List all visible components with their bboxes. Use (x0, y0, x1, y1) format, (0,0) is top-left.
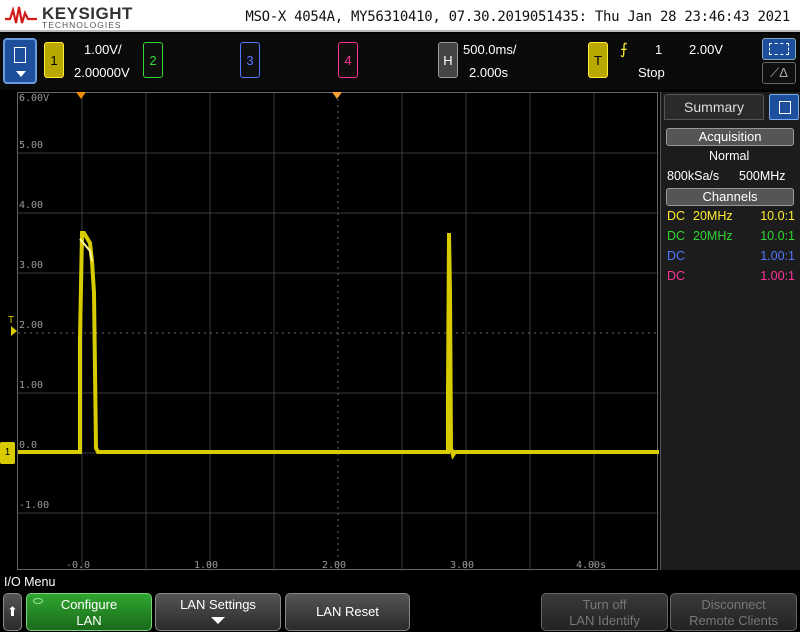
channel-4-summary: DC 1.00:1 (667, 269, 795, 287)
lan-reset-button[interactable]: LAN Reset (285, 593, 410, 631)
ground-marker-label: 1 (4, 447, 11, 458)
x-axis-label: -0.0 (66, 560, 91, 571)
x-axis-label: 3.00 (450, 560, 475, 571)
y-axis-label: 3.00 (19, 260, 44, 271)
y-axis-label: 5.00 (19, 140, 44, 151)
delta-icon: ⟋Δ (770, 65, 788, 80)
y-axis-label: 6.00V (19, 93, 50, 104)
channel-1-waveform (18, 231, 659, 460)
back-button[interactable]: ⬆ (3, 593, 22, 631)
channel-2-summary: DC 20MHz 10.0:1 (667, 229, 795, 247)
y-axis-label: -1.00 (19, 500, 50, 511)
channel-3-tab[interactable]: 3 (240, 42, 260, 78)
main-menu-button[interactable] (3, 38, 37, 84)
probe-ratio: 1.00:1 (760, 269, 795, 283)
list-icon (779, 101, 791, 114)
turn-off-lan-identify-button[interactable]: Turn off LAN Identify (541, 593, 668, 631)
menu-icon (14, 47, 26, 63)
identify-label-2: LAN Identify (569, 613, 640, 628)
y-axis-label: 4.00 (19, 200, 44, 211)
waveform-display[interactable] (17, 92, 659, 571)
channel-1-ground-marker[interactable]: 1 (0, 442, 15, 464)
horizontal-scale[interactable]: 500.0ms/ (463, 42, 516, 57)
panel-menu-button[interactable] (769, 94, 799, 120)
lan-settings-button[interactable]: LAN Settings (155, 593, 281, 631)
trigger-source: 1 (655, 42, 663, 57)
summary-panel: Summary Acquisition Normal 800kSa/s 500M… (660, 92, 800, 570)
x-axis-label: 4.00s (576, 560, 607, 571)
channels-header: Channels (666, 188, 794, 206)
title-bar: KEYSIGHT TECHNOLOGIES MSO-X 4054A, MY563… (0, 0, 800, 32)
acquisition-mode: Normal (709, 149, 750, 163)
x-axis-label: 2.00 (322, 560, 347, 571)
submenu-arrow-icon (211, 617, 225, 624)
channel-bar: 1 1.00V/ 2.00000V 2 3 4 H 500.0ms/ 2.000… (0, 34, 800, 90)
acquisition-state: Stop (638, 65, 665, 80)
measure-button[interactable]: ⟋Δ (762, 62, 796, 84)
coupling: DC (667, 249, 686, 263)
menu-dropdown-icon (16, 71, 26, 77)
graticule (18, 93, 659, 571)
horizontal-tab[interactable]: H (438, 42, 458, 78)
probe-ratio: 10.0:1 (760, 229, 795, 243)
channel-4-tab[interactable]: 4 (338, 42, 358, 78)
keysight-logo: KEYSIGHT TECHNOLOGIES (4, 3, 144, 30)
selection-box-icon (769, 43, 789, 55)
menu-title: I/O Menu (4, 575, 56, 589)
bw-limit: 20MHz (693, 209, 733, 223)
configure-lan-label-2: LAN (76, 613, 102, 628)
horizontal-delay[interactable]: 2.000s (469, 65, 508, 80)
configure-lan-button[interactable]: Configure LAN (26, 593, 152, 631)
lan-reset-label: LAN Reset (316, 604, 379, 619)
softkey-bar: ⬆ Configure LAN LAN Settings LAN Reset T… (0, 590, 800, 632)
channel-1-offset[interactable]: 2.00000V (74, 65, 130, 80)
y-axis-label: 1.00 (19, 380, 44, 391)
y-axis-label: 2.00 (19, 320, 44, 331)
trigger-level-marker[interactable] (11, 326, 17, 336)
lan-settings-label: LAN Settings (180, 597, 256, 612)
disconnect-label-1: Disconnect (701, 597, 766, 612)
y-axis-label: 0.0 (19, 440, 38, 451)
channel-1-tab[interactable]: 1 (44, 42, 64, 78)
channel-2-tab[interactable]: 2 (143, 42, 163, 78)
brand-subtitle: TECHNOLOGIES (42, 20, 122, 30)
channel-3-summary: DC 1.00:1 (667, 249, 795, 267)
bw-limit: 20MHz (693, 229, 733, 243)
trigger-tab[interactable]: T (588, 42, 608, 78)
time-reference-marker[interactable] (332, 92, 342, 99)
identify-label-1: Turn off (582, 597, 627, 612)
channel-1-scale[interactable]: 1.00V/ (84, 42, 122, 57)
channel-1-summary: DC 20MHz 10.0:1 (667, 209, 795, 227)
sample-rate: 800kSa/s (667, 169, 720, 183)
acquisition-header: Acquisition (666, 128, 794, 146)
zoom-select-button[interactable] (762, 38, 796, 60)
up-arrow-icon: ⬆ (7, 604, 18, 619)
rising-edge-icon: ⨍ (620, 41, 628, 58)
coupling: DC (667, 229, 686, 243)
x-axis-label: 1.00 (194, 560, 219, 571)
toggle-indicator-icon (33, 598, 43, 604)
coupling: DC (667, 209, 686, 223)
disconnect-label-2: Remote Clients (689, 613, 778, 628)
keysight-wave-icon (5, 5, 37, 24)
trigger-position-marker[interactable] (76, 92, 86, 99)
configure-lan-label-1: Configure (60, 597, 118, 612)
bandwidth: 500MHz (739, 169, 786, 183)
trigger-level-label: T (8, 315, 15, 326)
probe-ratio: 10.0:1 (760, 209, 795, 223)
summary-tab[interactable]: Summary (664, 94, 764, 120)
probe-ratio: 1.00:1 (760, 249, 795, 263)
instrument-info: MSO-X 4054A, MY56310410, 07.30.201905143… (245, 9, 790, 25)
trigger-level[interactable]: 2.00V (689, 42, 723, 57)
disconnect-remote-clients-button[interactable]: Disconnect Remote Clients (670, 593, 797, 631)
coupling: DC (667, 269, 686, 283)
